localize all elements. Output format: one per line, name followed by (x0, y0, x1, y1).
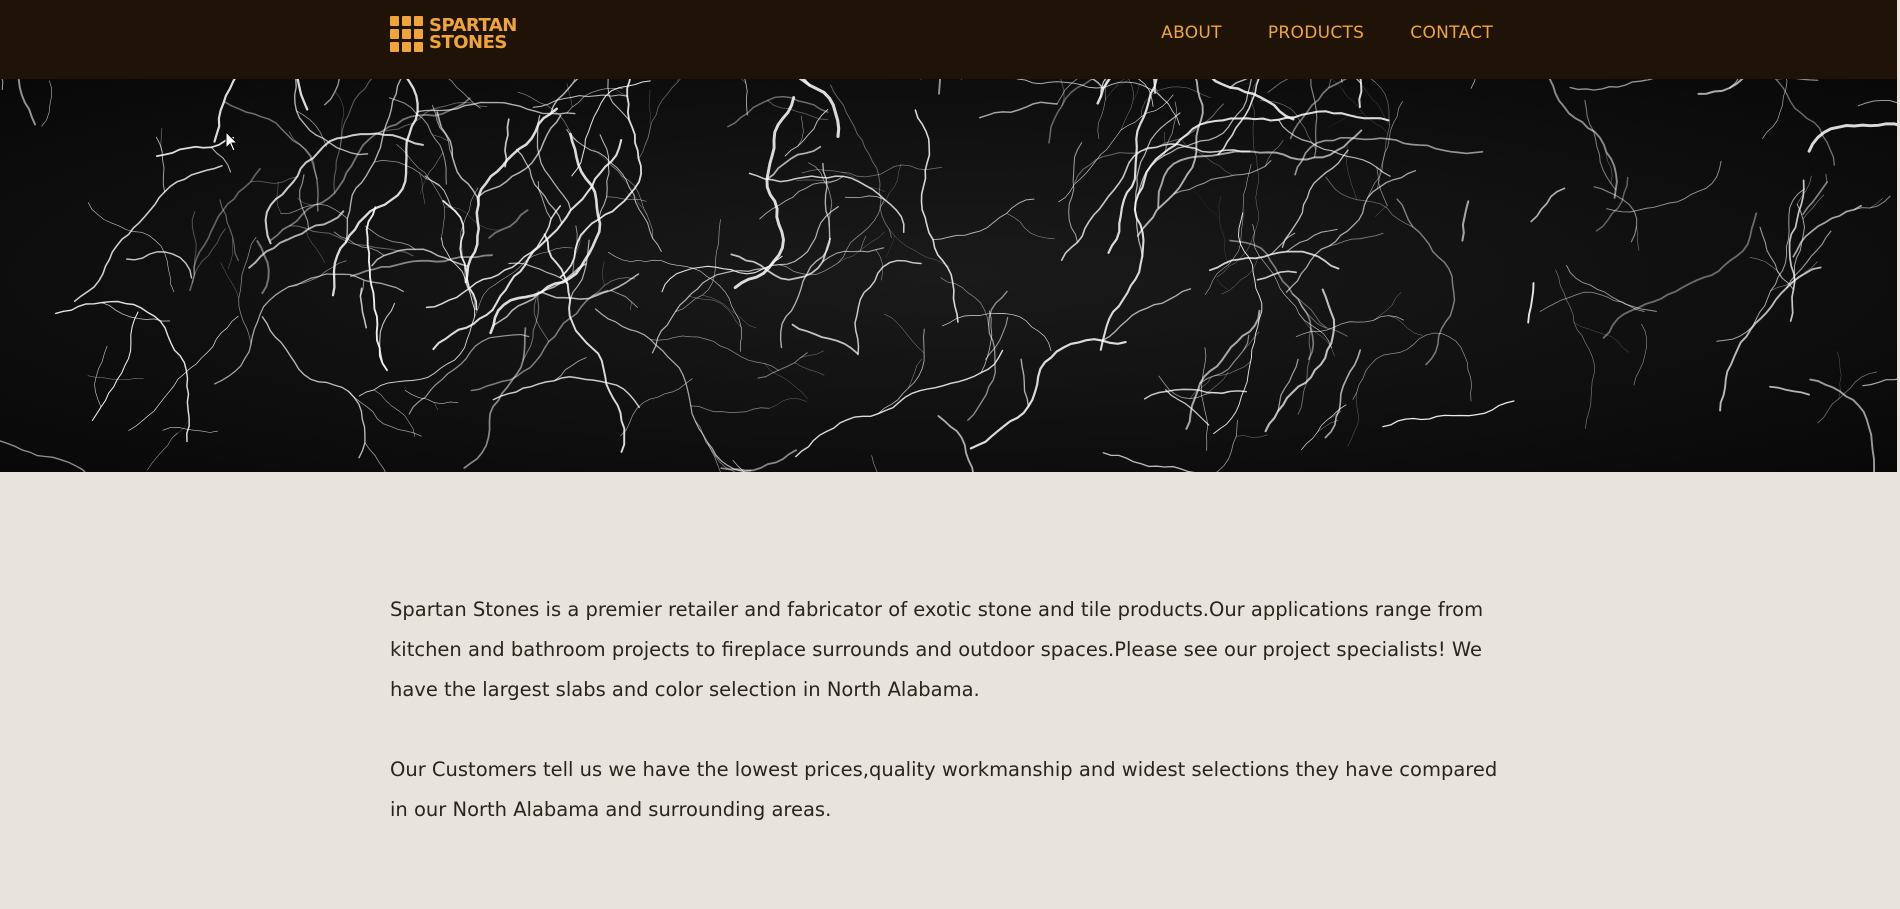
mouse-cursor-icon (225, 131, 239, 152)
page: SPARTAN STONES ABOUT PRODUCTS CONTACT Sp… (0, 0, 1900, 909)
nav-about[interactable]: ABOUT (1161, 23, 1222, 43)
logo[interactable]: SPARTAN STONES (390, 15, 517, 53)
marble-texture-image (0, 79, 1897, 472)
logo-text: SPARTAN STONES (429, 17, 517, 53)
intro-paragraph-2: Our Customers tell us we have the lowest… (390, 758, 1498, 821)
logo-line-2: STONES (429, 32, 507, 53)
nav-contact[interactable]: CONTACT (1410, 23, 1493, 43)
hero-marble-banner (0, 79, 1897, 472)
nav-products[interactable]: PRODUCTS (1268, 23, 1364, 43)
intro-content: Spartan Stones is a premier retailer and… (390, 590, 1510, 870)
logo-grid-icon (390, 16, 423, 52)
main-nav: ABOUT PRODUCTS CONTACT (1161, 0, 1493, 66)
intro-paragraph-1: Spartan Stones is a premier retailer and… (390, 598, 1484, 701)
site-header: SPARTAN STONES ABOUT PRODUCTS CONTACT (0, 0, 1897, 79)
